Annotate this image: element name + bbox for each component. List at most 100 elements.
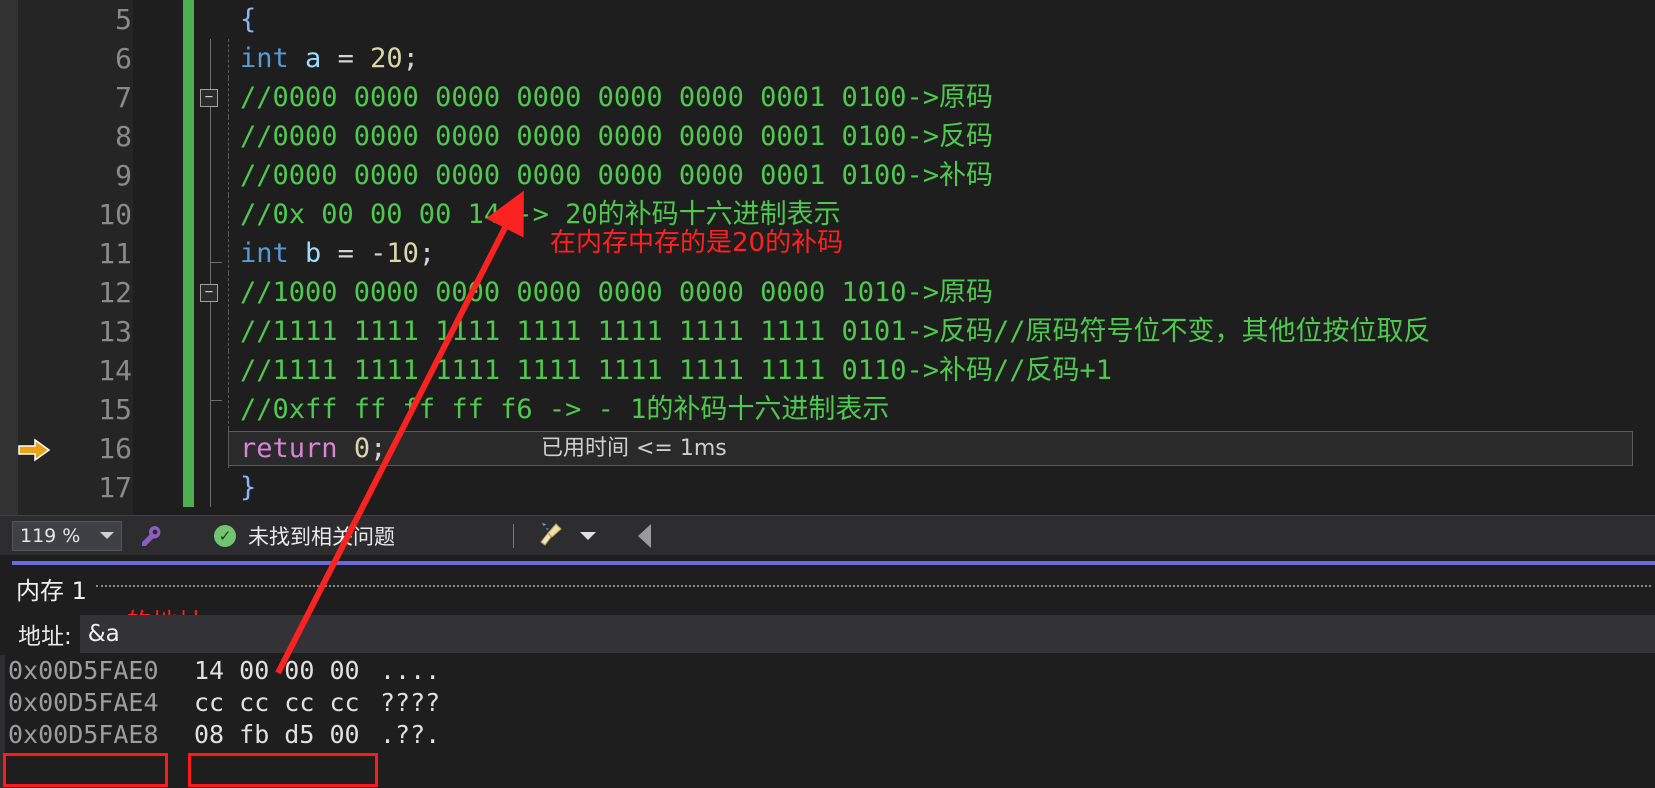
memory-hex-cell: 14 00 00 00 [194,656,360,685]
memory-tab-row: 内存 1 [0,567,1655,607]
execution-pointer-icon [17,437,51,462]
line-number: 8 [115,120,132,153]
line-number: 9 [115,159,132,192]
change-bar [183,273,194,312]
code-line[interactable]: 7 − //0000 0000 0000 0000 0000 0000 0001 0… [0,78,1655,117]
code-token: b [305,238,322,269]
code-text: //0000 0000 0000 0000 0000 0000 0001 010… [240,117,993,156]
line-number: 13 [98,315,132,348]
code-token: int [240,238,289,269]
indent-guide [228,390,229,429]
code-token: ; [402,43,419,74]
elapsed-time-datatip: 已用时间 <= 1ms [541,436,727,461]
memory-rows-container: 0x00D5FAE0 14 00 00 00.... 0x00D5FAE4 cc cc… [0,655,1655,751]
code-token: 0 [353,433,371,464]
code-text: return 0; [240,429,386,468]
region-bracket [210,400,222,401]
code-line[interactable]: 9 //0000 0000 0000 0000 0000 0000 0001 01… [0,156,1655,195]
change-bar [183,351,194,390]
code-token: 20 [370,43,403,74]
broom-dropdown-chevron-icon[interactable] [580,531,596,540]
memory-panel-accent-line [12,561,1655,565]
indent-guide [228,39,229,78]
structure-line [210,195,211,234]
collapse-toggle-icon[interactable]: − [200,89,218,107]
memory-row[interactable]: 0x00D5FAE8 08 fb d5 00.??. [0,719,1655,751]
code-token: //0000 0000 0000 0000 0000 0000 0001 010… [240,121,993,152]
line-number: 16 [98,432,132,465]
line-number: 10 [98,198,132,231]
change-bar [183,312,194,351]
memory-hex-cell: 08 fb d5 00 [194,720,360,749]
line-number: 7 [115,81,132,114]
zoom-level-dropdown[interactable]: 119 % [12,520,122,551]
structure-line [210,468,211,507]
code-token: //1111 1111 1111 1111 1111 1111 1111 011… [240,355,1113,386]
code-text: } [240,468,256,507]
code-text: //0000 0000 0000 0000 0000 0000 0001 010… [240,78,993,117]
code-token: //0000 0000 0000 0000 0000 0000 0001 010… [240,82,993,113]
code-line[interactable]: 17} [0,468,1655,507]
line-number: 5 [115,3,132,36]
collapse-left-icon[interactable] [638,523,651,548]
chevron-down-icon [100,532,114,539]
line-number: 17 [98,471,132,504]
code-text: int b = -10; [240,234,435,273]
structure-line [210,234,211,273]
structure-line [210,390,211,429]
broom-icon[interactable] [536,520,564,552]
memory-address-input[interactable] [79,615,1655,653]
code-token: ; [418,238,436,269]
code-token: = [337,238,354,269]
memory-window: 内存 1 a的地址 地址: 0x00D5FAE014 00 00 00....0… [0,555,1655,788]
code-line[interactable]: 13 //1111 1111 1111 1111 1111 1111 1111 0… [0,312,1655,351]
code-line[interactable]: 8 //0000 0000 0000 0000 0000 0000 0001 01… [0,117,1655,156]
memory-hex-cell: cc cc cc cc [194,688,360,717]
memory-tab-dotted-rule [96,585,1651,587]
memory-row[interactable]: 0x00D5FAE4 cc cc cc cc???? [0,687,1655,719]
change-bar [183,0,194,39]
change-bar [183,390,194,429]
region-bracket [210,262,222,263]
code-token: //0xff ff ff ff f6 -> - 1的补码十六进制表示 [240,394,890,425]
memory-address-cell: 0x00D5FAE4 [8,688,159,717]
code-text: int a = 20; [240,39,419,78]
code-line[interactable]: 14 //1111 1111 1111 1111 1111 1111 1111 0… [0,351,1655,390]
code-token: //1111 1111 1111 1111 1111 1111 1111 010… [240,316,1431,347]
memory-address-label: 地址: [18,624,72,650]
highlight-box-address [3,753,168,787]
memory-address-row: 地址: [0,615,1655,653]
code-text: //0000 0000 0000 0000 0000 0000 0001 010… [240,156,993,195]
code-line[interactable]: 16 已用时间 <= 1ms return 0; [0,429,1655,468]
code-text: //0xff ff ff ff f6 -> - 1的补码十六进制表示 [240,390,889,429]
code-line[interactable]: 12 − //1000 0000 0000 0000 0000 0000 0000 … [0,273,1655,312]
code-text: //1000 0000 0000 0000 0000 0000 0000 101… [240,273,993,312]
structure-line [210,156,211,195]
structure-line [210,39,211,78]
indent-guide [228,351,229,390]
code-token: //0000 0000 0000 0000 0000 0000 0001 010… [240,160,993,191]
memory-address-cell: 0x00D5FAE0 [8,656,159,685]
indent-guide [228,312,229,351]
code-token: { [240,4,257,35]
memory-row[interactable]: 0x00D5FAE0 14 00 00 00.... [0,655,1655,687]
structure-line [210,351,211,390]
code-editor[interactable]: 5{6 int a = 20; 7−//0000 0000 0000 0000 00… [0,0,1655,515]
wrench-icon[interactable] [138,522,166,550]
change-bar [183,117,194,156]
collapse-toggle-icon[interactable]: − [200,284,218,302]
change-bar [183,39,194,78]
code-line[interactable]: 6 int a = 20; [0,39,1655,78]
memory-tab-label[interactable]: 内存 1 [16,571,87,606]
code-line[interactable]: 5{ [0,0,1655,39]
status-bar: 119 % ✓ 未找到相关问题 [0,515,1655,555]
indent-guide [228,117,229,156]
memory-address-cell: 0x00D5FAE8 [8,720,159,749]
change-bar [183,78,194,117]
indent-guide [228,195,229,234]
code-line[interactable]: 15 //0xff ff ff ff f6 -> - 1的补码十六进制表示 [0,390,1655,429]
code-token: //1000 0000 0000 0000 0000 0000 0000 101… [240,277,993,308]
